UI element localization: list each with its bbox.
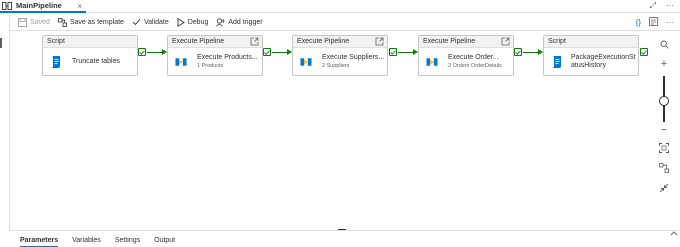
connector-arrow	[413, 49, 418, 55]
success-connector	[398, 52, 413, 53]
chevron-up-icon[interactable]	[670, 229, 678, 238]
activity-type-label: Execute Pipeline	[297, 38, 350, 45]
saved-button: Saved	[18, 14, 50, 31]
activity-label: Execute Order...	[448, 53, 499, 61]
play-icon	[177, 17, 185, 27]
success-check-icon[interactable]	[640, 48, 648, 56]
activity-type-label: Execute Pipeline	[423, 38, 476, 45]
activity-label: PackageExecutionSt atusHistory	[571, 53, 636, 69]
properties-icon[interactable]	[649, 17, 658, 28]
execute-pipeline-icon	[175, 55, 187, 69]
fit-to-screen-icon[interactable]	[658, 142, 670, 154]
success-connector	[147, 52, 162, 53]
success-check-icon[interactable]	[263, 48, 271, 56]
debug-button[interactable]: Debug	[177, 14, 209, 31]
panel-splitter[interactable]	[10, 230, 680, 231]
zoom-slider-thumb[interactable]	[659, 96, 669, 106]
search-icon[interactable]	[658, 38, 670, 50]
connector-arrow	[162, 49, 167, 55]
script-icon	[50, 55, 62, 69]
collapse-handle[interactable]	[0, 38, 2, 48]
pipeline-toolbar: Saved Save as template Validate Debug Ad…	[10, 14, 680, 31]
code-icon[interactable]: {}	[636, 18, 641, 27]
tab-variables[interactable]: Variables	[72, 234, 101, 247]
validate-label: Validate	[143, 18, 169, 26]
execute-pipeline-icon	[426, 55, 438, 69]
properties-tabs: Parameters Variables Settings Output	[20, 234, 175, 247]
left-gutter	[0, 14, 10, 230]
activity-type-label: Execute Pipeline	[172, 38, 225, 45]
debug-label: Debug	[187, 18, 209, 26]
connector-arrow	[287, 49, 292, 55]
success-connector	[272, 52, 287, 53]
tab-parameters[interactable]: Parameters	[20, 234, 59, 247]
zoom-out-icon[interactable]: −	[658, 124, 670, 136]
trigger-icon	[216, 17, 225, 27]
tab-output[interactable]: Output	[154, 234, 175, 247]
activity-sublabel: 1 Products	[197, 62, 224, 69]
connector-arrow	[538, 49, 543, 55]
save-as-template-label: Save as template	[69, 18, 124, 26]
script-icon	[551, 55, 563, 69]
tab-settings[interactable]: Settings	[115, 234, 140, 247]
activity-execute-order[interactable]: Execute Pipeline Execute Order... 3 Orde…	[418, 35, 514, 76]
activity-script-package-execution-status-history[interactable]: Script PackageExecutionSt atusHistory	[543, 35, 639, 76]
pipeline-canvas[interactable]: Script Truncate tables Execute Pipeline …	[10, 31, 652, 230]
validate-button[interactable]: Validate	[132, 14, 169, 31]
success-connector	[523, 52, 538, 53]
saved-label: Saved	[30, 18, 50, 26]
collapse-icon[interactable]	[658, 182, 670, 194]
activity-label: Execute Suppliers...	[322, 53, 385, 61]
success-check-icon[interactable]	[514, 48, 522, 56]
save-as-template-button[interactable]: Save as template	[57, 14, 124, 31]
tab-title: MainPipeline	[16, 1, 62, 10]
splitter-grip[interactable]	[338, 229, 346, 230]
activity-type-label: Script	[544, 36, 638, 48]
add-trigger-button[interactable]: Add trigger	[216, 14, 263, 31]
activity-execute-suppliers[interactable]: Execute Pipeline Execute Suppliers... 2 …	[292, 35, 388, 76]
activity-execute-products[interactable]: Execute Pipeline Execute Products... 1 P…	[167, 35, 263, 76]
document-tab-bar: MainPipeline × ⤢ ···	[0, 0, 680, 13]
activity-label: Execute Products...	[197, 53, 258, 61]
template-icon	[57, 17, 67, 27]
execute-pipeline-icon	[300, 55, 312, 69]
activity-label: Truncate tables	[72, 57, 120, 65]
checkmark-icon	[132, 18, 141, 26]
activity-type-label: Script	[43, 36, 137, 48]
add-trigger-label: Add trigger	[228, 18, 263, 26]
activity-script-truncate-tables[interactable]: Script Truncate tables	[42, 35, 138, 76]
canvas-zoom-panel: + −	[652, 36, 676, 196]
expand-icon[interactable]: ⤢	[650, 1, 656, 11]
activity-sublabel: 3 Orders OrderDetails	[448, 62, 502, 69]
activity-sublabel: 2 Suppliers	[322, 62, 350, 69]
zoom-in-icon[interactable]: +	[658, 58, 670, 70]
pipeline-icon	[2, 1, 12, 10]
success-check-icon[interactable]	[138, 48, 146, 56]
more-options-icon[interactable]: ···	[666, 18, 674, 27]
close-icon[interactable]: ×	[77, 2, 82, 11]
more-options-icon[interactable]: ···	[666, 1, 674, 11]
save-icon	[18, 17, 27, 27]
success-check-icon[interactable]	[389, 48, 397, 56]
tab-mainpipeline[interactable]: MainPipeline ×	[0, 0, 86, 13]
auto-align-icon[interactable]	[658, 162, 670, 174]
